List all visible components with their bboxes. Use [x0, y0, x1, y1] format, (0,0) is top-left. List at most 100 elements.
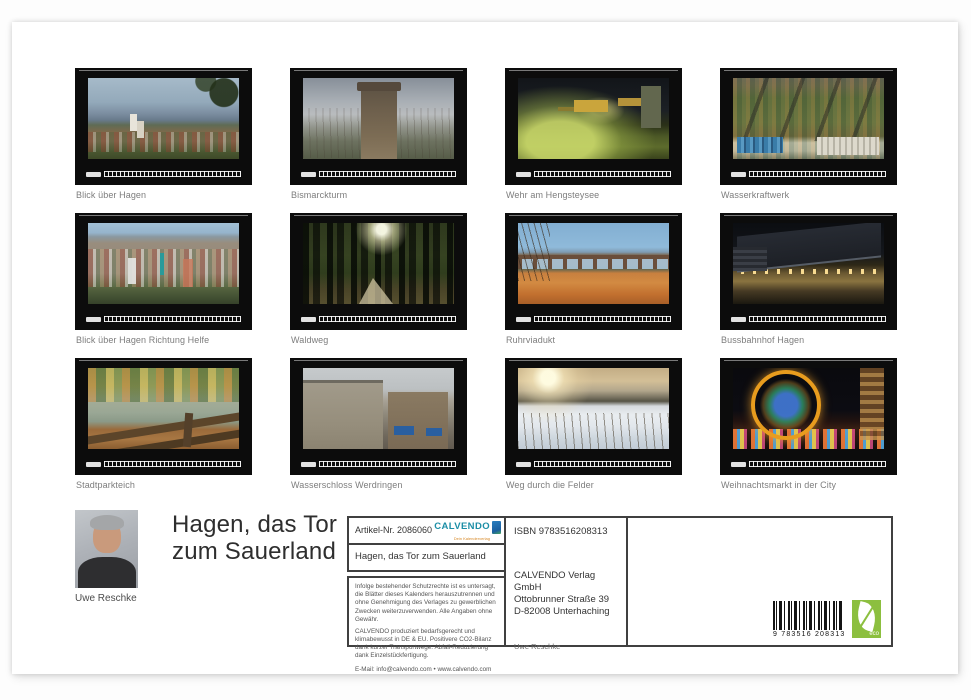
page-edge-highlight	[79, 70, 248, 71]
page-edge-highlight	[509, 70, 678, 71]
month-label-box	[731, 172, 746, 177]
mini-calendar-strip	[516, 315, 671, 323]
month-label-box	[301, 462, 316, 467]
author-portrait	[75, 510, 138, 588]
page-edge-highlight	[294, 70, 463, 71]
portrait-hair	[90, 515, 124, 530]
thumbnail-caption: Waldweg	[290, 335, 467, 345]
mini-calendar-cover	[720, 213, 897, 330]
month-label-box	[301, 172, 316, 177]
page-edge-highlight	[724, 360, 893, 361]
mini-calendar-strip	[86, 460, 241, 468]
publisher-city: D-82008 Unterhaching	[514, 606, 620, 618]
calendar-title: Hagen, das Tor zum Sauerland	[172, 512, 337, 566]
day-cells	[534, 316, 671, 322]
month-label-box	[301, 317, 316, 322]
photo-werdringen-castle	[303, 368, 454, 449]
mini-calendar-strip	[301, 460, 456, 468]
mini-calendar-strip	[731, 460, 886, 468]
mini-calendar-cover	[75, 358, 252, 475]
calendar-thumbnail: Stadtparkteich	[75, 358, 252, 490]
contact-line: E-Mail: info@calvendo.com • www.calvendo…	[355, 666, 499, 674]
month-label-box	[86, 462, 101, 467]
thumbnail-caption: Blick über Hagen	[75, 190, 252, 200]
thumbnail-caption: Weg durch die Felder	[505, 480, 682, 490]
mini-calendar-strip	[86, 170, 241, 178]
calendar-thumbnail: Waldweg	[290, 213, 467, 345]
thumbnail-caption: Bismarckturm	[290, 190, 467, 200]
info-left-column: Artikel-Nr. 2086060 CALVENDO Dein Kalend…	[347, 516, 506, 647]
page-edge-highlight	[79, 360, 248, 361]
day-cells	[319, 316, 456, 322]
barcode-box: 9 783516 208313 eco	[626, 516, 893, 647]
calendar-thumbnail: Bussbahnhof Hagen	[720, 213, 897, 345]
mini-calendar-cover	[505, 213, 682, 330]
photo-ruhr-viaduct	[518, 223, 669, 304]
thumbnail-grid: Blick über Hagen Bismarckturm Wehr am He…	[75, 68, 897, 490]
thumbnail-caption: Wehr am Hengsteysee	[505, 190, 682, 200]
photo-city-park-pond	[88, 368, 239, 449]
barcode-bars	[773, 601, 843, 630]
day-cells	[534, 461, 671, 467]
mini-calendar-strip	[301, 315, 456, 323]
mini-calendar-cover	[290, 68, 467, 185]
month-label-box	[516, 172, 531, 177]
calvendo-logo-text-block: CALVENDO Dein Kalenderverlag	[434, 521, 490, 542]
calvendo-tagline: Dein Kalenderverlag	[454, 536, 490, 541]
mini-calendar-strip	[86, 315, 241, 323]
photo-bus-station	[733, 223, 884, 304]
day-cells	[104, 316, 241, 322]
day-cells	[104, 461, 241, 467]
calendar-thumbnail: Wehr am Hengsteysee	[505, 68, 682, 200]
thumbnail-caption: Wasserschloss Werdringen	[290, 480, 467, 490]
article-title-box: Artikel-Nr. 2086060 CALVENDO Dein Kalend…	[347, 516, 506, 572]
legal-paragraph-2: CALVENDO produziert bedarfsgerecht und k…	[355, 628, 499, 661]
day-cells	[319, 171, 456, 177]
mini-calendar-cover	[505, 358, 682, 475]
mini-calendar-strip	[301, 170, 456, 178]
thumbnail-caption: Wasserkraftwerk	[720, 190, 897, 200]
thumbnail-caption: Bussbahnhof Hagen	[720, 335, 897, 345]
mini-calendar-cover	[290, 213, 467, 330]
mini-calendar-cover	[505, 68, 682, 185]
publisher-address: CALVENDO Verlag GmbH Ottobrunner Straße …	[514, 570, 620, 618]
mini-calendar-cover	[720, 68, 897, 185]
author-credit: Uwe Reschke	[514, 642, 620, 651]
eco-label: eco	[869, 631, 879, 637]
photo-weir-hengsteysee	[518, 78, 669, 159]
legal-paragraph-1: Infolge bestehender Schutzrechte ist es …	[355, 583, 499, 624]
calendar-thumbnail: Blick über Hagen Richtung Helfe	[75, 213, 252, 345]
month-label-box	[516, 317, 531, 322]
mini-calendar-cover	[720, 358, 897, 475]
calendar-thumbnail: Blick über Hagen	[75, 68, 252, 200]
photo-hydro-power-plant	[733, 78, 884, 159]
page-edge-highlight	[79, 215, 248, 216]
photo-view-over-hagen	[88, 78, 239, 159]
ean-barcode: 9 783516 208313	[773, 601, 843, 638]
month-label-box	[731, 317, 746, 322]
mini-calendar-strip	[731, 170, 886, 178]
publisher-name: CALVENDO Verlag GmbH	[514, 570, 620, 594]
mini-calendar-strip	[516, 460, 671, 468]
author-name: Uwe Reschke	[75, 593, 137, 604]
day-cells	[104, 171, 241, 177]
day-cells	[749, 171, 886, 177]
photo-view-hagen-helfe	[88, 223, 239, 304]
page-edge-highlight	[724, 215, 893, 216]
isbn-number: ISBN 9783516208313	[514, 526, 620, 537]
legal-text-box: Infolge bestehender Schutzrechte ist es …	[347, 576, 506, 647]
calendar-thumbnail: Ruhrviadukt	[505, 213, 682, 345]
barcode-group: 9 783516 208313 eco	[773, 600, 881, 638]
day-cells	[749, 461, 886, 467]
isbn-publisher-box: ISBN 9783516208313 CALVENDO Verlag GmbH …	[504, 516, 628, 647]
calvendo-flag-icon	[492, 521, 501, 534]
mini-calendar-cover	[75, 213, 252, 330]
page-edge-highlight	[724, 70, 893, 71]
photo-forest-path	[303, 223, 454, 304]
publisher-street: Ottobrunner Straße 39	[514, 594, 620, 606]
title-line-1: Hagen, das Tor	[172, 512, 337, 539]
calvendo-logo: CALVENDO Dein Kalenderverlag	[434, 521, 501, 542]
article-number: Artikel-Nr. 2086060	[355, 525, 432, 535]
barcode-digits: 9 783516 208313	[773, 631, 843, 638]
mini-calendar-strip	[516, 170, 671, 178]
